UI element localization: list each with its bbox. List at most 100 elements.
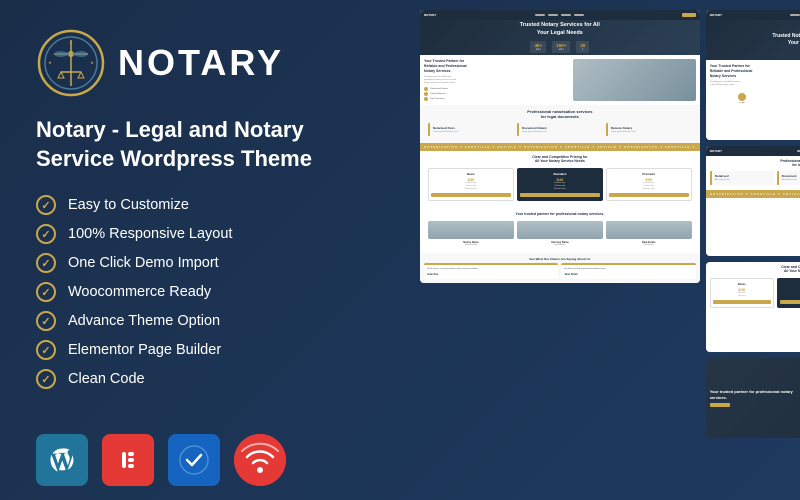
mock-service-card: Notarised Brief service text xyxy=(710,171,774,185)
mock-team-heading: Your trusted partner for professional no… xyxy=(710,389,800,400)
mock-card-text: Brief service text xyxy=(715,179,771,182)
theme-title: Notary - Legal and Notary Service Wordpr… xyxy=(36,116,384,173)
logo-area: ★ ★ ★ NOTARY xyxy=(36,28,384,98)
mock-card-title: Notarised Docs xyxy=(433,126,511,130)
check-icon: ✓ xyxy=(36,253,56,273)
mock-pricing-plans: Basic $30 Feature oneFeature twoFeature … xyxy=(424,165,696,204)
mock-plan-name: Basic xyxy=(431,172,511,176)
mock-services-page: NOTARY Professional notarisation service… xyxy=(706,146,800,256)
mock-card-text: Lorem ipsum brief desc text xyxy=(433,131,511,134)
mock-card-title: Notarised xyxy=(715,174,771,178)
mock-service-card: Document Brief service text xyxy=(777,171,800,185)
preview-column-1: NOTARY Trusted Notary Services for AllYo… xyxy=(420,10,700,283)
mock-services-cards: Notarised Docs Lorem ipsum brief desc te… xyxy=(424,120,696,140)
feature-item: ✓ Clean Code xyxy=(36,369,384,389)
mock-header-2: NOTARY xyxy=(706,10,800,20)
mock-plan-name: Premium xyxy=(609,172,689,176)
mock-plan-features: Line oneLine two xyxy=(780,292,800,298)
mock-hero-heading: Trusted Notary Services for AllYour Lega… xyxy=(510,22,610,37)
mock-plan-btn xyxy=(609,193,689,197)
mock-nav-link xyxy=(561,14,571,16)
mock-feat-icon xyxy=(738,93,746,101)
mock-team-members: Notary Name Senior Notary Attorney Name … xyxy=(424,218,696,249)
mock-member-role: Real Estate xyxy=(606,244,692,246)
mock-member-role: Legal Advisor xyxy=(517,244,603,246)
mock-services-title-2: Professional notarisation servicesfor le… xyxy=(706,156,800,168)
mock-team-title: Your trusted partner for professional no… xyxy=(424,212,696,216)
mock-plan-name: Standard xyxy=(520,172,600,176)
mock-pricing-section: Clear and Competitive Pricing forAll You… xyxy=(420,151,700,208)
mock-pricing-page-2: Clear and Competitive Pricing forAll You… xyxy=(706,262,800,352)
mock-nav-link xyxy=(790,14,800,16)
mock-marquee: NOTARIZATION ✦ APOSTILLE ✦ ARTICLE ✦ NOT… xyxy=(420,143,700,151)
feature-label: Elementor Page Builder xyxy=(68,342,221,358)
feature-label: Woocommerce Ready xyxy=(68,284,211,300)
mock-page-main: NOTARY Trusted Notary Services for AllYo… xyxy=(420,10,700,283)
mock-member-role: Senior Notary xyxy=(428,244,514,246)
mock-card-text: Lorem ipsum brief desc text xyxy=(611,131,689,134)
mock-logo-1: NOTARY xyxy=(424,13,436,17)
mock-team-section: Your trusted partner for professional no… xyxy=(420,208,700,253)
mock-plan-btn xyxy=(780,300,800,304)
feature-item: ✓ Advance Theme Option xyxy=(36,311,384,331)
mock-pricing-title-2: Clear and Competitive Pricing forAll You… xyxy=(706,262,800,275)
mock-card-title: Document xyxy=(782,174,800,178)
mock-plan-std-2: Standard $49 Line oneLine two xyxy=(777,278,800,308)
mock-pricing-title: Clear and Competitive Pricing forAll You… xyxy=(424,155,696,163)
mock-plan-premium: Premium $90 Feature oneFeature twoFeatur… xyxy=(606,168,692,201)
mock-nav-link xyxy=(797,150,800,152)
mock-plan-btn xyxy=(713,300,771,304)
left-panel: ★ ★ ★ NOTARY Notary - Legal and Notary S… xyxy=(0,0,420,500)
mock-plan-standard: Standard $49 Feature oneFeature twoFeatu… xyxy=(517,168,603,201)
mock-plan-btn xyxy=(431,193,511,197)
check-icon: ✓ xyxy=(36,195,56,215)
verified-badge xyxy=(168,434,220,486)
mock-header-1: NOTARY xyxy=(420,10,700,20)
mock-testimonial-text: Excellent and fast legal documentation s… xyxy=(564,268,692,271)
mock-about-desc-2: Providing years of reliable servicesto m… xyxy=(710,81,800,87)
mock-about-desc: Providing years of reliable andprofessio… xyxy=(424,76,570,85)
mock-stat2-label: after xyxy=(556,48,566,51)
mock-hero-2: Trusted Notary Services for AllYour Lega… xyxy=(706,20,800,60)
mock-about-features: Professional Service Certified Notaries … xyxy=(424,87,570,101)
mock-plan-features: Feature oneFeature twoFeature three xyxy=(609,182,689,191)
mock-services-title: Professional notarisation servicesfor le… xyxy=(424,109,696,119)
mock-page-col2: NOTARY Trusted Notary Services for AllYo… xyxy=(706,10,800,140)
mock-stat3-label: k xyxy=(580,48,585,51)
mock-hero-heading-2: Trusted Notary Services for AllYour Lega… xyxy=(764,33,800,47)
mock-clients-title: See What Our Clients Are Saying About Us xyxy=(424,257,696,261)
mock-team-member: Notary Name Senior Notary xyxy=(428,221,514,246)
check-icon: ✓ xyxy=(36,282,56,302)
mock-header-3: NOTARY xyxy=(706,146,800,156)
mock-nav-2 xyxy=(790,14,800,16)
mock-plan-name: Standard xyxy=(780,282,800,286)
right-panel: NOTARY Trusted Notary Services for AllYo… xyxy=(420,0,800,500)
mock-clients-section: See What Our Clients Are Saying About Us… xyxy=(420,253,700,283)
mock-feature-icons: Legal Certified Fast xyxy=(706,91,800,106)
mock-stat1-label: after xyxy=(534,48,542,51)
mock-nav-links-1 xyxy=(535,14,584,16)
svg-text:★: ★ xyxy=(48,60,52,65)
mock-feature-2: Certified xyxy=(776,93,800,104)
mock-team-text: Your trusted partner for professional no… xyxy=(710,389,800,406)
mock-team-cta: Your trusted partner for professional no… xyxy=(706,358,800,438)
mock-team-photo xyxy=(606,221,692,239)
mock-nav-link xyxy=(535,14,545,16)
notary-logo-icon: ★ ★ ★ xyxy=(36,28,106,98)
wordpress-badge xyxy=(36,434,88,486)
mock-testimonial: Excellent and fast legal documentation s… xyxy=(561,263,695,279)
mock-logo-2: NOTARY xyxy=(710,13,722,17)
check-icon: ✓ xyxy=(36,224,56,244)
feature-label: 100% Responsive Layout xyxy=(68,226,232,242)
feature-label: Easy to Customize xyxy=(68,197,189,213)
mock-plan-features: Feature oneFeature twoFeature three xyxy=(520,182,600,191)
preview-card-col2-team: Your trusted partner for professional no… xyxy=(706,358,800,438)
mock-testimonial: Great service, very professional notary … xyxy=(424,263,558,279)
mock-feat-label: Legal xyxy=(710,102,775,104)
mock-about-img xyxy=(573,59,695,101)
mock-nav-link xyxy=(548,14,558,16)
check-icon: ✓ xyxy=(36,340,56,360)
check-icon: ✓ xyxy=(36,311,56,331)
svg-text:★: ★ xyxy=(69,40,73,45)
mock-cta-btn-1 xyxy=(682,13,696,17)
